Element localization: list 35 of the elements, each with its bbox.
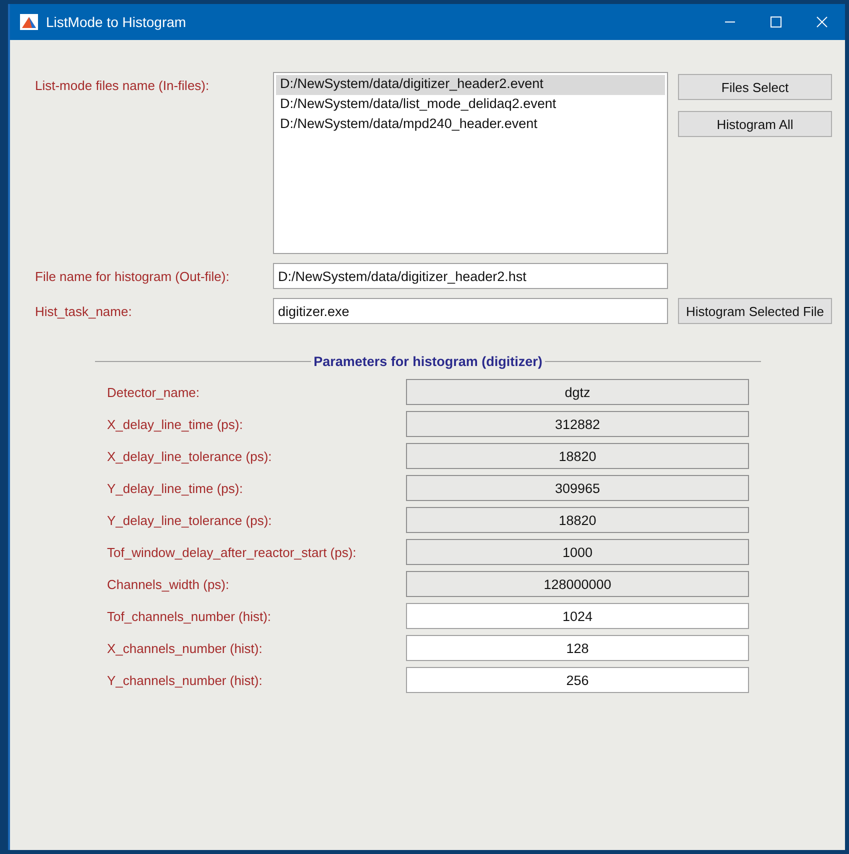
parameter-label: Detector_name: [107,384,200,402]
parameter-label: Y_delay_line_time (ps): [107,480,244,498]
parameter-field[interactable]: 128000000 [406,571,749,597]
task-name-field[interactable]: digitizer.exe [273,298,668,324]
parameter-field[interactable]: 1000 [406,539,749,565]
parameter-field[interactable]: 1024 [406,603,749,629]
action-button[interactable]: Histogram All [678,111,832,137]
field-label: Hist_task_name: [35,303,133,321]
parameter-label: Y_delay_line_tolerance (ps): [107,512,273,530]
parameter-label: Tof_channels_number (hist): [107,608,272,626]
parameter-label: X_channels_number (hist): [107,640,264,658]
file-list[interactable]: D:/NewSystem/data/digitizer_header2.event D:/NewSystem/data/list_mode_delidaq2.event D:/NewSystem/data/mpd240_header.event [273,72,668,254]
out-file-field[interactable]: D:/NewSystem/data/digitizer_header2.hst [273,263,668,289]
section-title: Parameters for histogram (digitizer) [314,354,542,369]
parameter-field[interactable]: 309965 [406,475,749,501]
list-item[interactable]: D:/NewSystem/data/list_mode_delidaq2.event [276,95,665,115]
histogram-selected-button[interactable]: Histogram Selected File [678,298,832,324]
list-item[interactable]: D:/NewSystem/data/digitizer_header2.event [276,75,665,95]
window-title: ListMode to Histogram [46,14,188,30]
parameter-field[interactable]: 18820 [406,443,749,469]
field-label: File name for histogram (Out-file): [35,268,230,286]
parameter-field[interactable]: 312882 [406,411,749,437]
parameter-label: Y_channels_number (hist): [107,672,264,690]
parameter-field[interactable]: 18820 [406,507,749,533]
parameter-field[interactable]: dgtz [406,379,749,405]
parameter-label: Channels_width (ps): [107,576,230,594]
app-icon [20,14,38,30]
parameter-field[interactable]: 128 [406,635,749,661]
parameter-field[interactable]: 256 [406,667,749,693]
parameter-label: X_delay_line_time (ps): [107,416,244,434]
parameter-label: Tof_window_delay_after_reactor_start (ps): [107,544,358,562]
list-item[interactable]: D:/NewSystem/data/mpd240_header.event [276,115,665,135]
field-label: List-mode files name (In-files): [35,77,210,95]
action-button[interactable]: Files Select [678,74,832,100]
parameter-label: X_delay_line_tolerance (ps): [107,448,273,466]
